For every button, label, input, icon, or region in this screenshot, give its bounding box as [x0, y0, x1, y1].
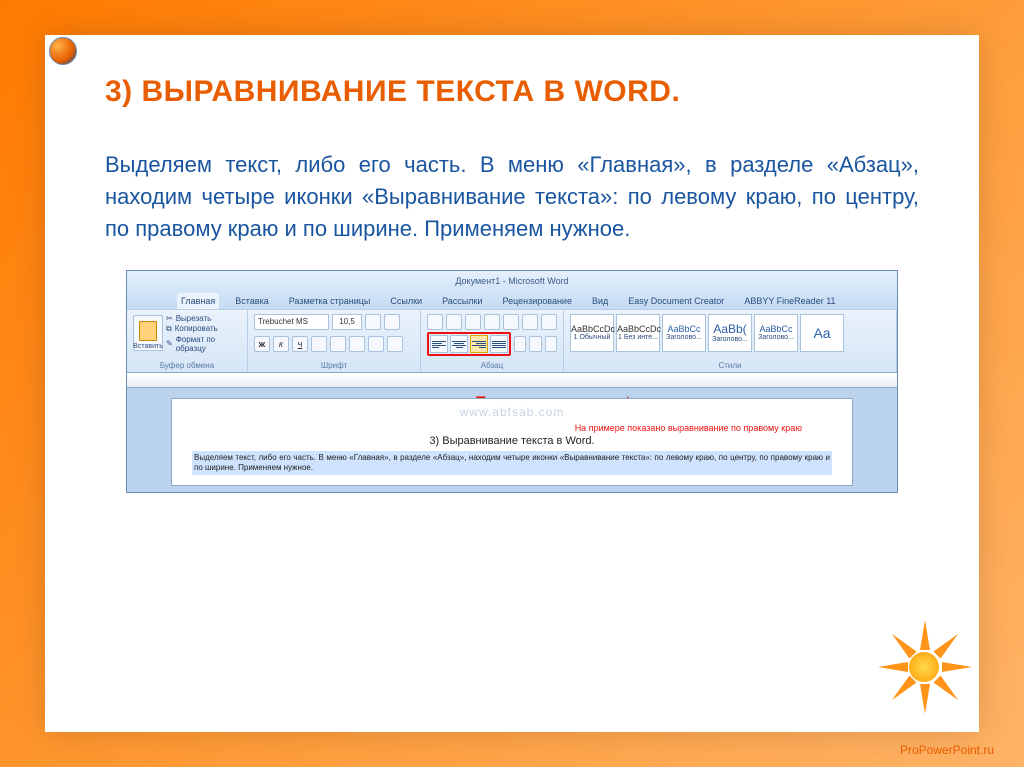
style-heading3[interactable]: AaBbCcЗаголово... [754, 314, 798, 352]
slide-body-text: Выделяем текст, либо его часть. В меню «… [105, 149, 919, 245]
shrink-font-button[interactable] [384, 314, 400, 330]
show-marks-button[interactable] [541, 314, 557, 330]
shading-button[interactable] [529, 336, 541, 352]
font-group: Trebuchet MS 10,5 ж к ч Шрифт [248, 310, 421, 372]
page[interactable]: www.abfsab.com На примере показано вырав… [171, 398, 853, 487]
paragraph-group-label: Абзац [427, 361, 557, 370]
align-center-button[interactable] [450, 335, 468, 353]
line-spacing-button[interactable] [514, 336, 526, 352]
format-painter-label: Формат по образцу [176, 335, 241, 353]
clipboard-group: Вставить ✂Вырезать ⧉Копировать ✎Формат п… [127, 310, 248, 372]
styles-group-label: Стили [570, 361, 890, 370]
paragraph-group: Абзац [421, 310, 564, 372]
indent-dec-button[interactable] [484, 314, 500, 330]
clipboard-group-label: Буфер обмена [133, 361, 241, 370]
ribbon-tabs: Главная Вставка Разметка страницы Ссылки… [127, 291, 897, 309]
style-nospacing[interactable]: AaBbCcDc1 Без инте... [616, 314, 660, 352]
doc-heading: 3) Выравнивание текста в Word. [192, 435, 832, 447]
watermark-text: www.abfsab.com [192, 405, 832, 419]
ribbon: Вставить ✂Вырезать ⧉Копировать ✎Формат п… [127, 309, 897, 373]
paste-label: Вставить [133, 343, 163, 350]
style-normal[interactable]: AaBbCcDc1 Обычный [570, 314, 614, 352]
copy-button[interactable]: ⧉Копировать [166, 324, 241, 334]
style-heading4[interactable]: Aa [800, 314, 844, 352]
tab-view[interactable]: Вид [588, 293, 612, 309]
indent-inc-button[interactable] [503, 314, 519, 330]
subscript-button[interactable] [330, 336, 346, 352]
window-title: Документ1 - Microsoft Word [455, 276, 568, 286]
bullets-button[interactable] [427, 314, 443, 330]
cut-button[interactable]: ✂Вырезать [166, 314, 241, 323]
tab-mailings[interactable]: Рассылки [438, 293, 486, 309]
tab-easydoc[interactable]: Easy Document Creator [624, 293, 728, 309]
font-group-label: Шрифт [254, 361, 414, 370]
cut-label: Вырезать [176, 314, 212, 323]
annotation-callout: На примере показано выравнивание по прав… [192, 423, 832, 433]
tab-abbyy[interactable]: ABBYY FineReader 11 [740, 293, 839, 309]
font-color-button[interactable] [387, 336, 403, 352]
multilevel-button[interactable] [465, 314, 481, 330]
numbering-button[interactable] [446, 314, 462, 330]
font-size-selector[interactable]: 10,5 [332, 314, 362, 330]
paste-icon [139, 321, 157, 341]
strike-button[interactable] [311, 336, 327, 352]
sort-button[interactable] [522, 314, 538, 330]
doc-paragraph-selected: Выделяем текст, либо его часть. В меню «… [192, 451, 832, 476]
styles-group: AaBbCcDc1 Обычный AaBbCcDc1 Без инте... … [564, 310, 897, 372]
ruler[interactable] [127, 373, 897, 388]
tab-pagelayout[interactable]: Разметка страницы [285, 293, 375, 309]
word-screenshot: Документ1 - Microsoft Word Главная Встав… [126, 270, 898, 494]
tab-references[interactable]: Ссылки [386, 293, 426, 309]
align-justify-button[interactable] [490, 335, 508, 353]
align-right-button[interactable] [470, 335, 488, 353]
format-painter-button[interactable]: ✎Формат по образцу [166, 335, 241, 353]
copy-label: Копировать [175, 324, 218, 333]
italic-button[interactable]: к [273, 336, 289, 352]
office-button-icon[interactable] [49, 37, 77, 65]
style-heading2[interactable]: AaBb(Заголово... [708, 314, 752, 352]
document-area: www.abfsab.com На примере показано вырав… [127, 388, 897, 493]
footer-credit: ProPowerPoint.ru [900, 743, 994, 757]
window-titlebar: Документ1 - Microsoft Word [127, 271, 897, 291]
borders-button[interactable] [545, 336, 557, 352]
tab-insert[interactable]: Вставка [231, 293, 272, 309]
style-heading1[interactable]: AaBbCcЗаголово... [662, 314, 706, 352]
underline-button[interactable]: ч [292, 336, 308, 352]
bold-button[interactable]: ж [254, 336, 270, 352]
alignment-buttons-highlighted [427, 332, 511, 356]
paste-button[interactable]: Вставить [133, 315, 163, 351]
superscript-button[interactable] [349, 336, 365, 352]
grow-font-button[interactable] [365, 314, 381, 330]
sun-logo-icon [879, 622, 969, 712]
slide-title: 3) ВЫРАВНИВАНИЕ ТЕКСТА В WORD. [105, 75, 919, 109]
slide: 3) ВЫРАВНИВАНИЕ ТЕКСТА В WORD. Выделяем … [45, 35, 979, 732]
align-left-button[interactable] [430, 335, 448, 353]
highlight-button[interactable] [368, 336, 384, 352]
font-name-selector[interactable]: Trebuchet MS [254, 314, 329, 330]
tab-review[interactable]: Рецензирование [498, 293, 576, 309]
tab-home[interactable]: Главная [177, 293, 219, 309]
